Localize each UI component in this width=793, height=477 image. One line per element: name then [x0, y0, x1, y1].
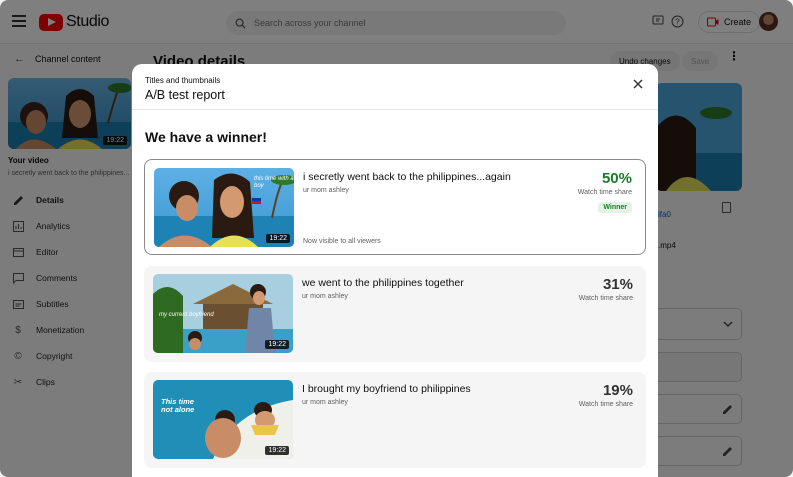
dialog-header: Titles and thumbnails A/B test report	[132, 64, 658, 110]
thumbnail-overlay-text: This time not alone	[161, 397, 195, 414]
variant-thumbnail: this time with a boy 19:22	[154, 168, 294, 247]
watch-time-percentage: 19%	[602, 382, 633, 399]
watch-time-label: Watch time share	[578, 295, 633, 302]
dialog-title: A/B test report	[145, 88, 225, 102]
studio-window: Studio ? Create ← Channel content	[0, 0, 793, 477]
thumbnail-overlay-text: my current boyfriend	[159, 312, 214, 318]
winner-badge: Winner	[598, 202, 632, 213]
variant-card[interactable]: my current boyfriend 19:22 we went to th…	[144, 266, 646, 362]
channel-name: ur mom ashley	[303, 187, 349, 194]
visibility-note: Now visible to all viewers	[303, 238, 381, 245]
variant-title: I brought my boyfriend to philippines	[302, 383, 471, 395]
variant-thumbnail: my current boyfriend 19:22	[153, 274, 293, 353]
thumbnail-overlay-text: this time with a boy	[254, 176, 294, 189]
duration-badge: 19:22	[265, 446, 289, 455]
variant-card[interactable]: This time not alone 19:22 I brought my b…	[144, 372, 646, 468]
duration-badge: 19:22	[265, 340, 289, 349]
watch-time-percentage: 50%	[601, 170, 632, 187]
variant-card-winner[interactable]: this time with a boy 19:22 i secretly we…	[144, 159, 646, 255]
channel-name: ur mom ashley	[302, 293, 348, 300]
watch-time-label: Watch time share	[578, 401, 633, 408]
close-icon[interactable]	[631, 77, 645, 91]
dialog-subtitle: Titles and thumbnails	[145, 76, 221, 85]
winner-heading: We have a winner!	[145, 129, 267, 145]
variant-title: we went to the philippines together	[302, 277, 464, 289]
duration-badge: 19:22	[266, 234, 290, 243]
channel-name: ur mom ashley	[302, 399, 348, 406]
watch-time-percentage: 31%	[602, 276, 633, 293]
variant-title: i secretly went back to the philippines.…	[303, 171, 511, 183]
ab-test-report-dialog: Titles and thumbnails A/B test report We…	[132, 64, 658, 477]
variant-thumbnail: This time not alone 19:22	[153, 380, 293, 459]
watch-time-label: Watch time share	[577, 189, 632, 196]
